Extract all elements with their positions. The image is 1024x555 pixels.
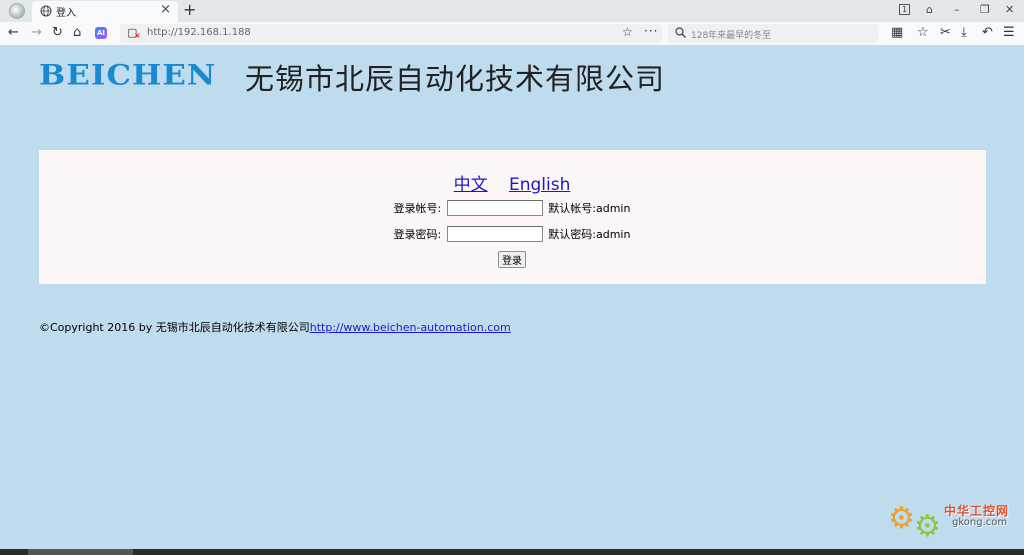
copyright-text: ©Copyright 2016 by 无锡市北辰自动化技术有限公司 xyxy=(39,321,310,334)
address-text[interactable]: http://192.168.1.188 xyxy=(147,27,251,38)
close-tab-icon[interactable]: × xyxy=(160,2,171,17)
company-website-link[interactable]: http://www.beichen-automation.com xyxy=(310,321,511,334)
browser-tab-bar: 登入 × + 1 ⌂ – ❐ ✕ xyxy=(0,0,1024,22)
password-row: 登录密码: 默认密码:admin xyxy=(0,226,1024,242)
download-icon[interactable]: ⤓ xyxy=(961,25,967,41)
password-input[interactable] xyxy=(446,226,543,242)
account-row: 登录帐号: 默认帐号:admin xyxy=(0,200,1024,216)
minimize-icon[interactable]: – xyxy=(954,3,960,16)
language-english-link[interactable]: English xyxy=(509,175,570,195)
more-options-icon[interactable]: ··· xyxy=(644,24,658,38)
browser-search-box[interactable]: 128年来最早的冬至 xyxy=(668,24,878,43)
undo-close-icon[interactable]: ↶ xyxy=(982,25,993,41)
restore-icon[interactable]: ❐ xyxy=(980,3,990,16)
new-tab-button[interactable]: + xyxy=(183,0,196,19)
taskbar-strip xyxy=(0,549,1024,555)
browser-logo-icon[interactable] xyxy=(9,3,25,19)
login-button[interactable]: 登录 xyxy=(498,251,526,268)
password-hint: 默认密码:admin xyxy=(548,228,631,241)
ai-assistant-icon[interactable]: AI xyxy=(95,27,107,39)
browser-tab[interactable]: 登入 × xyxy=(32,1,178,22)
account-label: 登录帐号: xyxy=(393,202,442,215)
search-placeholder: 128年来最早的冬至 xyxy=(691,31,772,41)
bookmark-star-icon[interactable]: ☆ xyxy=(622,25,633,39)
company-name: 无锡市北辰自动化技术有限公司 xyxy=(245,62,666,96)
globe-icon xyxy=(40,5,52,17)
forward-icon[interactable]: → xyxy=(31,25,42,41)
favorites-icon[interactable]: ☆ xyxy=(917,25,929,41)
brand-logo-text: BEICHEN xyxy=(39,59,217,92)
home-icon[interactable]: ⌂ xyxy=(73,25,81,41)
language-switcher: 中文 English xyxy=(0,170,1024,195)
password-label: 登录密码: xyxy=(393,228,442,241)
reload-icon[interactable]: ↻ xyxy=(52,25,63,41)
account-hint: 默认帐号:admin xyxy=(548,202,631,215)
tab-count-icon[interactable]: 1 xyxy=(899,4,911,15)
language-chinese-link[interactable]: 中文 xyxy=(454,175,488,195)
gkong-watermark: ⚙ ⚙ 中华工控网 gkong.com xyxy=(888,500,1024,548)
menu-icon[interactable]: ☰ xyxy=(1003,25,1015,41)
skin-icon[interactable]: ⌂ xyxy=(926,3,933,16)
search-icon xyxy=(675,27,686,38)
watermark-en: gkong.com xyxy=(952,517,1008,528)
screenshot-scissors-icon[interactable]: ✂ xyxy=(940,25,951,41)
apps-grid-icon[interactable]: ▦ xyxy=(891,25,903,41)
account-input[interactable] xyxy=(446,200,543,216)
gear-icon: ⚙ xyxy=(914,509,941,544)
tab-title: 登入 xyxy=(56,8,76,19)
footer: ©Copyright 2016 by 无锡市北辰自动化技术有限公司http://… xyxy=(39,319,511,335)
browser-toolbar: ← → ↻ ⌂ AI ▢ × http://192.168.1.188 ☆ ··… xyxy=(0,22,1024,46)
back-icon[interactable]: ← xyxy=(8,25,19,41)
gear-icon: ⚙ xyxy=(888,501,915,536)
close-window-icon[interactable]: ✕ xyxy=(1005,3,1014,16)
address-bar[interactable]: ▢ × http://192.168.1.188 ☆ ··· xyxy=(120,24,662,43)
